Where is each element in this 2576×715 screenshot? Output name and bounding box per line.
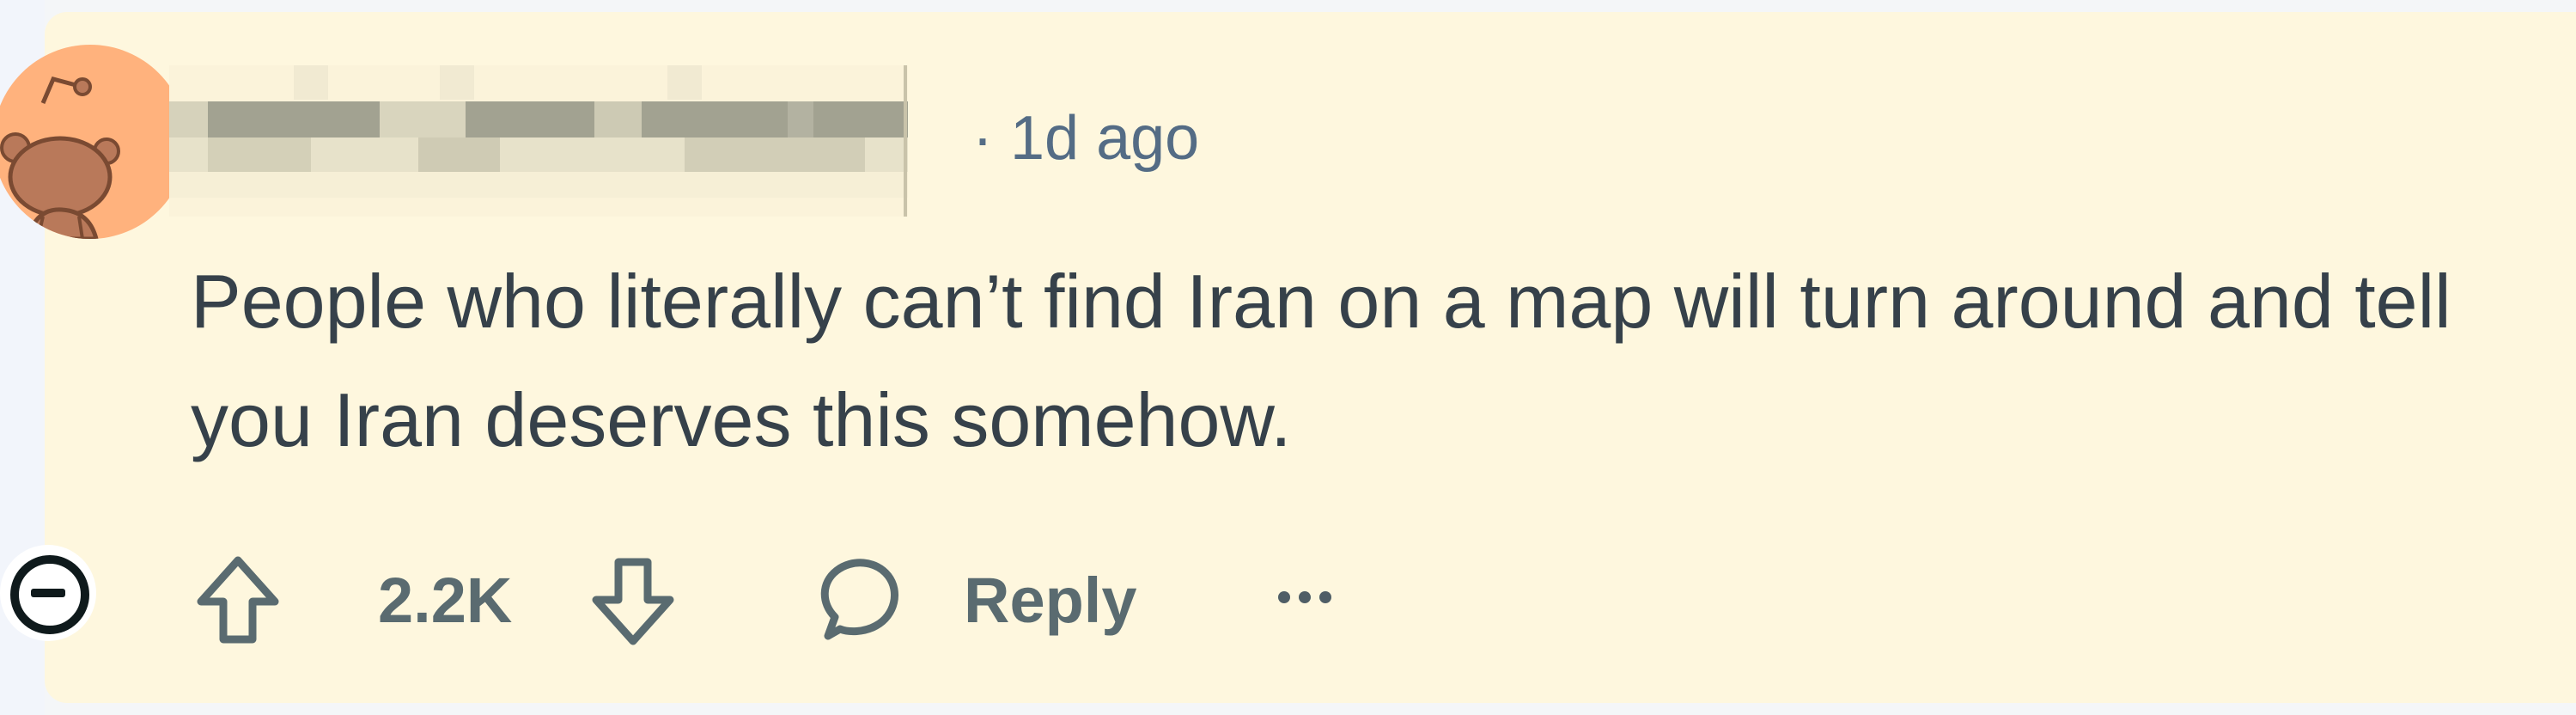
overflow-dots-icon xyxy=(1278,591,1290,603)
downvote-arrow-icon xyxy=(592,558,674,645)
reply-label: Reply xyxy=(964,565,1137,636)
comment-card: · 1d ago People who literally can’t find… xyxy=(0,12,2576,703)
speech-bubble-icon xyxy=(820,559,898,640)
comment-body: People who literally can’t find Iran on … xyxy=(191,259,2451,462)
user-avatar[interactable] xyxy=(0,45,187,239)
comment-timestamp[interactable]: · 1d ago xyxy=(972,100,1199,177)
upvote-arrow-icon xyxy=(197,556,279,644)
username-redacted[interactable] xyxy=(169,65,908,217)
comment-action-bar: 2.2K Reply xyxy=(191,545,1479,648)
snoo-avatar-icon xyxy=(0,76,120,239)
more-options-button[interactable] xyxy=(1271,562,1357,631)
collapse-thread-button[interactable] xyxy=(0,545,96,641)
reply-button[interactable]: Reply xyxy=(809,545,1137,648)
upvote-button[interactable] xyxy=(191,553,285,648)
vote-count: 2.2K xyxy=(378,565,513,636)
downvote-button[interactable] xyxy=(586,553,680,648)
comment-view: · 1d ago People who literally can’t find… xyxy=(0,0,2576,715)
